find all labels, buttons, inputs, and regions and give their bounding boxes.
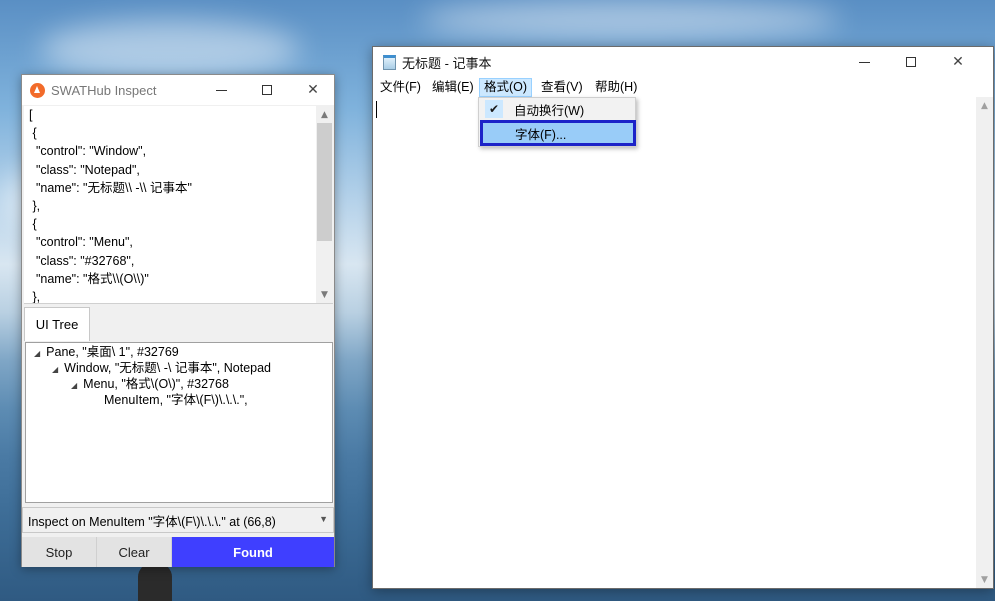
status-text: Inspect on MenuItem "字体\(F\)\.\.\." at (… (28, 514, 276, 529)
json-line: }, (29, 198, 41, 213)
notepad-window-title: 无标题 - 记事本 (402, 55, 492, 71)
scroll-down-icon[interactable]: ▼ (976, 571, 993, 588)
maximize-icon (262, 85, 272, 95)
scroll-up-icon[interactable]: ▲ (976, 97, 993, 114)
expand-triangle-icon[interactable]: ◢ (52, 365, 58, 374)
menu-item-word-wrap[interactable]: ✔ 自动换行(W) (481, 99, 634, 120)
swathub-logo-icon (30, 82, 45, 98)
json-line: { (29, 217, 37, 232)
ui-tree-view[interactable]: ◢ Pane, "桌面\ 1", #32769 ◢ Window, "无标题\ -\… (25, 342, 333, 503)
inspect-titlebar: SWATHub Inspect ✕ (22, 75, 334, 105)
menu-item-label: 字体(F)... (515, 127, 567, 142)
tab-ui-tree[interactable]: UI Tree (24, 307, 90, 341)
json-line: "name": "格式\\(O\\)" (29, 271, 149, 286)
tree-node-label: Pane, "桌面\ 1", #32769 (46, 345, 179, 359)
json-line: "class": "#32768", (29, 253, 135, 268)
stop-button[interactable]: Stop (22, 537, 97, 567)
json-output-pane[interactable]: [ { "control": "Window", "class": "Notep… (24, 106, 333, 304)
scroll-down-icon[interactable]: ▼ (316, 286, 333, 303)
tab-strip: UI Tree (24, 307, 333, 341)
text-editor[interactable] (373, 97, 977, 588)
expand-triangle-icon[interactable]: ◢ (71, 381, 77, 390)
json-line: [ (29, 108, 33, 122)
menu-view[interactable]: 查看(V) (537, 78, 587, 97)
clear-button[interactable]: Clear (97, 537, 172, 567)
menu-item-font[interactable]: 字体(F)... (480, 120, 636, 146)
checkmark-icon: ✔ (485, 100, 503, 118)
found-button[interactable]: Found (172, 537, 334, 567)
scrollbar-thumb[interactable] (317, 123, 332, 241)
maximize-icon (906, 57, 916, 67)
inspect-window-title: SWATHub Inspect (51, 82, 157, 98)
notepad-app-icon (383, 54, 396, 70)
json-scrollbar[interactable]: ▲ ▼ (316, 106, 333, 303)
editor-scrollbar[interactable]: ▲ ▼ (976, 97, 993, 588)
tree-node[interactable]: MenuItem, "字体\(F\)\.\.\.", (104, 392, 248, 408)
menu-format[interactable]: 格式(O) (479, 78, 533, 97)
json-line: }, (29, 289, 41, 304)
scroll-up-icon[interactable]: ▲ (316, 106, 333, 123)
menu-help[interactable]: 帮助(H) (591, 78, 641, 97)
json-line: "control": "Menu", (29, 235, 133, 250)
notepad-window: 无标题 - 记事本 ✕ 文件(F) 编辑(E) 格式(O) 查看(V) 帮助(H… (372, 46, 994, 589)
close-button[interactable]: ✕ (290, 75, 336, 105)
tree-node-label: MenuItem, "字体\(F\)\.\.\.", (104, 393, 248, 407)
action-buttons: Stop Clear Found (22, 537, 334, 567)
json-line: "class": "Notepad", (29, 162, 140, 177)
close-button[interactable]: ✕ (935, 47, 981, 77)
minimize-button[interactable] (841, 47, 887, 77)
maximize-button[interactable] (888, 47, 934, 77)
expand-triangle-icon[interactable]: ◢ (34, 349, 40, 358)
tree-node-label: Menu, "格式\(O\)", #32768 (83, 377, 229, 391)
status-dropdown[interactable]: Inspect on MenuItem "字体\(F\)\.\.\." at (… (22, 507, 334, 533)
tree-node-label: Window, "无标题\ -\ 记事本", Notepad (64, 361, 272, 375)
minimize-icon (858, 61, 870, 63)
swathub-inspect-window: SWATHub Inspect ✕ [ { "control": "Window… (21, 74, 335, 567)
minimize-icon (215, 89, 227, 91)
menu-bar: 文件(F) 编辑(E) 格式(O) 查看(V) 帮助(H) (373, 77, 993, 97)
menu-file[interactable]: 文件(F) (376, 78, 425, 97)
json-line: "control": "Window", (29, 144, 147, 159)
desktop-figure (138, 563, 172, 601)
chevron-down-icon: ▼ (319, 514, 328, 524)
notepad-titlebar: 无标题 - 记事本 ✕ (373, 47, 993, 77)
text-caret (376, 101, 377, 118)
format-menu-dropdown: ✔ 自动换行(W) 字体(F)... (478, 97, 636, 147)
close-icon: ✕ (307, 82, 319, 98)
minimize-button[interactable] (198, 75, 244, 105)
maximize-button[interactable] (244, 75, 290, 105)
close-icon: ✕ (952, 54, 964, 70)
menu-edit[interactable]: 编辑(E) (428, 78, 478, 97)
json-line: { (29, 126, 37, 141)
menu-item-label: 自动换行(W) (514, 104, 585, 118)
json-line: "name": "无标题\\ -\\ 记事本" (29, 180, 192, 195)
